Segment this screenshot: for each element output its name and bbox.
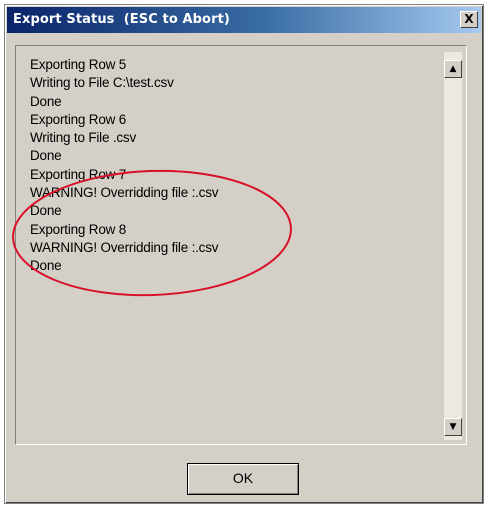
dialog-title: Export Status (ESC to Abort)	[13, 12, 230, 27]
ok-button[interactable]: OK	[187, 463, 299, 495]
vertical-scrollbar[interactable]: ▲ ▼	[444, 52, 462, 440]
export-status-dialog: Export Status (ESC to Abort) X Exporting…	[4, 4, 484, 504]
log-line: Done	[30, 203, 62, 219]
log-line: Exporting Row 6	[30, 111, 127, 127]
scroll-up-arrow-icon[interactable]: ▲	[444, 60, 462, 78]
export-log-panel: Exporting Row 5 Writing to File C:\test.…	[15, 45, 467, 445]
log-line: Exporting Row 5	[30, 57, 127, 72]
log-line: Exporting Row 7	[30, 166, 127, 182]
export-log-list: Exporting Row 5 Writing to File C:\test.…	[30, 56, 219, 276]
scroll-down-arrow-icon[interactable]: ▼	[444, 418, 462, 436]
log-line: Writing to File .csv	[30, 130, 137, 146]
log-line: Exporting Row 8	[30, 221, 127, 237]
log-line: Writing to File C:\test.csv	[30, 75, 174, 91]
log-line: Done	[30, 148, 62, 164]
log-line-warning: WARNING! Overridding file :.csv	[30, 185, 219, 201]
title-bar[interactable]: Export Status (ESC to Abort) X	[7, 7, 481, 33]
log-line-warning: WARNING! Overridding file :.csv	[30, 239, 219, 255]
close-button[interactable]: X	[460, 11, 478, 28]
log-line: Done	[30, 93, 62, 109]
log-line: Done	[30, 258, 62, 274]
